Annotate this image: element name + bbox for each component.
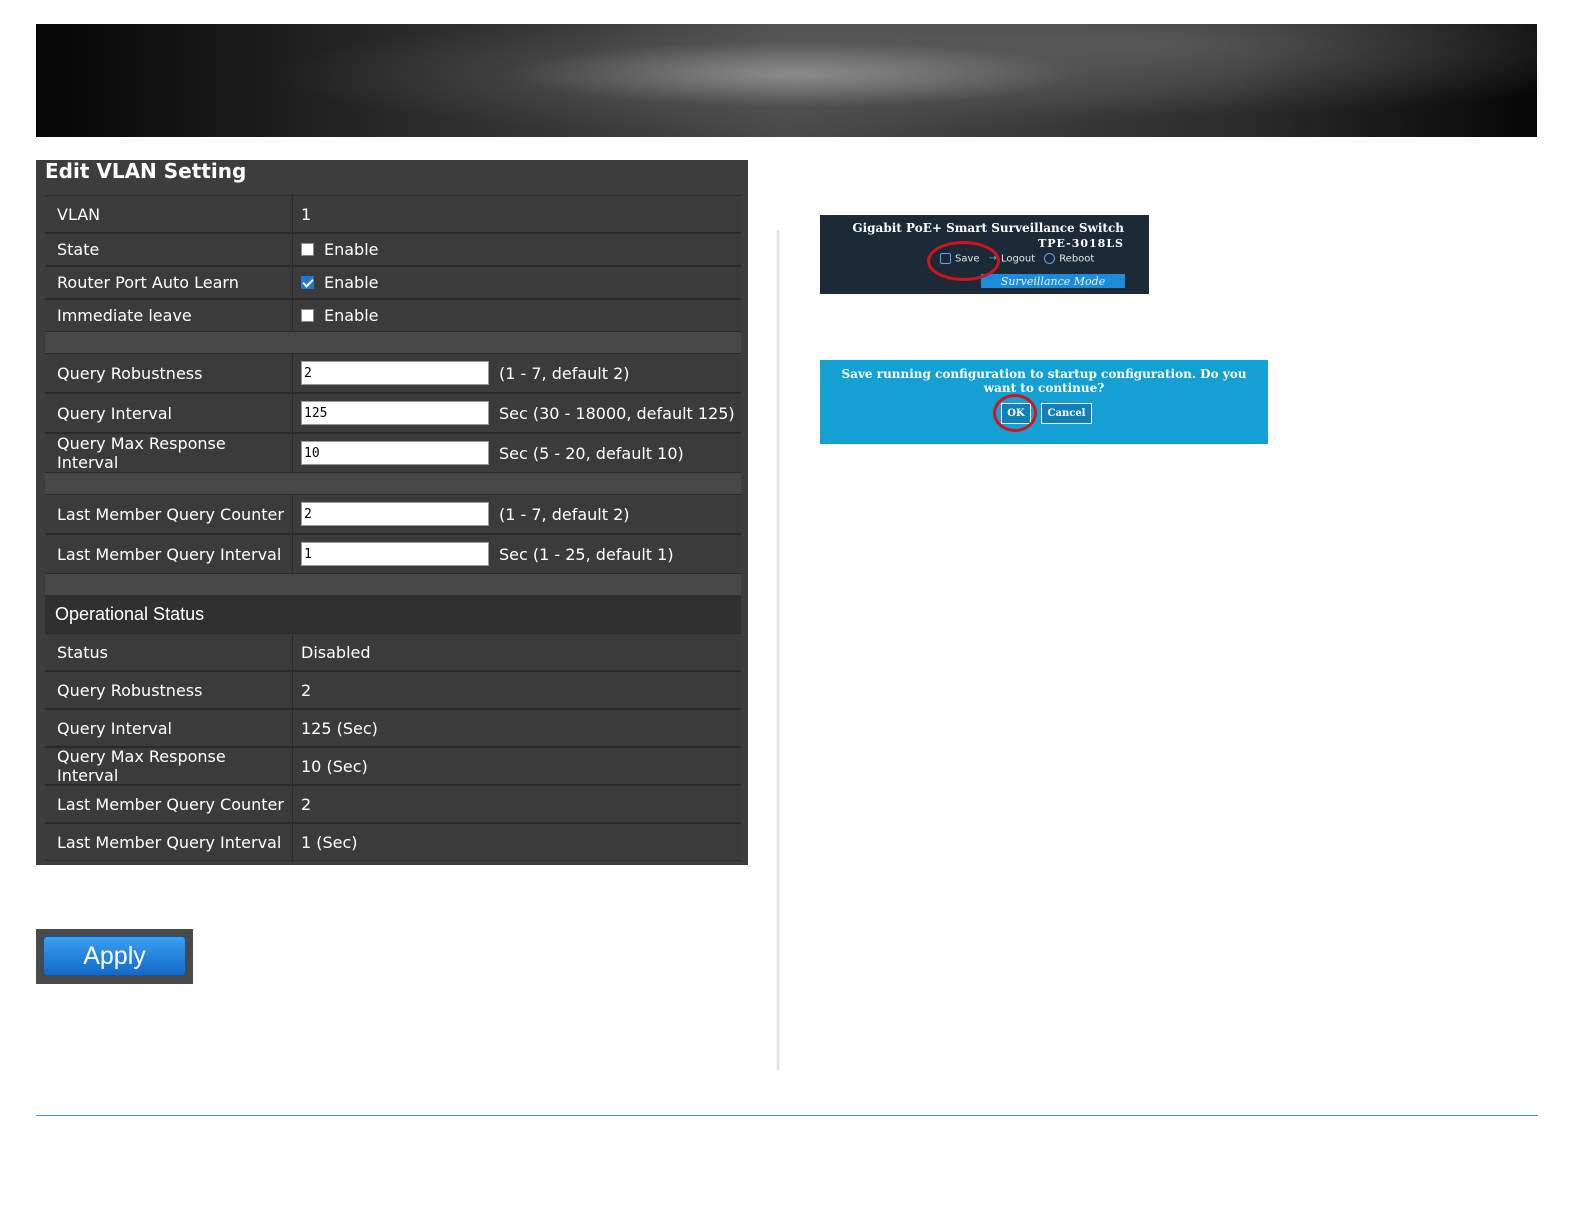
row-last-member-query-interval: Last Member Query Interval Sec (1 - 25, …: [45, 534, 741, 574]
query-max-response-input[interactable]: [301, 441, 489, 465]
row-query-robustness: Query Robustness (1 - 7, default 2): [45, 353, 741, 393]
op-query-robustness-value: 2: [301, 680, 312, 700]
op-query-interval-value: 125 (Sec): [301, 718, 378, 738]
model-name: TPE-3018LS: [1038, 237, 1124, 250]
row-label: Last Member Query Interval: [45, 535, 293, 573]
row-last-member-query-counter: Last Member Query Counter (1 - 7, defaul…: [45, 494, 741, 534]
header-banner: [36, 24, 1537, 137]
spacer: [45, 473, 741, 494]
row-label: Status: [45, 634, 293, 670]
state-checkbox[interactable]: [301, 243, 314, 256]
column-divider: [776, 230, 780, 1070]
row-label: Immediate leave: [45, 300, 293, 331]
operational-status-heading: Operational Status: [45, 595, 741, 633]
row-op-status: Status Disabled: [45, 633, 741, 671]
query-max-response-hint: Sec (5 - 20, default 10): [499, 443, 684, 463]
query-robustness-input[interactable]: [301, 361, 489, 385]
cancel-button[interactable]: Cancel: [1041, 403, 1092, 424]
apply-button[interactable]: Apply: [43, 936, 186, 976]
surveillance-mode-button[interactable]: Surveillance Mode: [981, 274, 1125, 288]
row-label: Query Robustness: [45, 672, 293, 708]
row-label: Last Member Query Counter: [45, 786, 293, 822]
row-vlan: VLAN 1: [45, 195, 741, 233]
spacer: [45, 332, 741, 353]
row-op-last-member-counter: Last Member Query Counter 2: [45, 785, 741, 823]
row-label: Last Member Query Counter: [45, 495, 293, 533]
save-confirm-dialog: Save running configuration to startup co…: [820, 360, 1268, 444]
row-label: Query Max Response Interval: [45, 747, 293, 785]
row-label: VLAN: [45, 196, 293, 232]
last-member-query-counter-input[interactable]: [301, 502, 489, 526]
row-op-last-member-interval: Last Member Query Interval 1 (Sec): [45, 823, 741, 861]
row-label: State: [45, 234, 293, 265]
row-label: Query Max Response Interval: [45, 434, 293, 472]
immediate-leave-enable-label: Enable: [324, 306, 379, 325]
edit-vlan-panel: Edit VLAN Setting VLAN 1 State Enable Ro…: [36, 160, 748, 865]
row-immediate-leave: Immediate leave Enable: [45, 299, 741, 332]
row-label: Query Robustness: [45, 354, 293, 392]
row-label: Query Interval: [45, 394, 293, 432]
last-member-query-counter-hint: (1 - 7, default 2): [499, 504, 630, 524]
row-op-query-interval: Query Interval 125 (Sec): [45, 709, 741, 747]
row-state: State Enable: [45, 233, 741, 266]
reboot-icon: [1044, 253, 1056, 264]
apply-button-frame: Apply: [36, 929, 193, 984]
reboot-label: Reboot: [1059, 253, 1095, 265]
op-status-value: Disabled: [301, 642, 371, 662]
row-query-interval: Query Interval Sec (30 - 18000, default …: [45, 393, 741, 433]
footer-rule: [36, 1115, 1538, 1116]
query-robustness-hint: (1 - 7, default 2): [499, 363, 630, 383]
row-op-query-max-response: Query Max Response Interval 10 (Sec): [45, 747, 741, 785]
row-label: Router Port Auto Learn: [45, 267, 293, 298]
spacer: [45, 574, 741, 595]
query-interval-input[interactable]: [301, 401, 489, 425]
row-label: Query Interval: [45, 710, 293, 746]
row-label: Last Member Query Interval: [45, 824, 293, 860]
last-member-query-interval-input[interactable]: [301, 542, 489, 566]
product-name: Gigabit PoE+ Smart Surveillance Switch: [852, 221, 1124, 235]
ok-highlight-circle: [993, 394, 1037, 432]
panel-title: Edit VLAN Setting: [45, 159, 247, 183]
query-interval-hint: Sec (30 - 18000, default 125): [499, 403, 735, 423]
vlan-value: 1: [301, 204, 312, 224]
last-member-query-interval-hint: Sec (1 - 25, default 1): [499, 544, 674, 564]
immediate-leave-checkbox[interactable]: [301, 309, 314, 322]
save-highlight-circle: [927, 241, 1000, 281]
router-port-enable-label: Enable: [324, 273, 379, 292]
reboot-link[interactable]: Reboot: [1044, 253, 1094, 265]
router-port-auto-learn-checkbox[interactable]: [301, 276, 314, 289]
op-last-member-interval-value: 1 (Sec): [301, 832, 358, 852]
dialog-message: Save running configuration to startup co…: [841, 367, 1247, 395]
state-enable-label: Enable: [324, 240, 379, 259]
logout-label: Logout: [1000, 253, 1036, 265]
row-op-query-robustness: Query Robustness 2: [45, 671, 741, 709]
op-last-member-counter-value: 2: [301, 794, 312, 814]
row-router-port-auto-learn: Router Port Auto Learn Enable: [45, 266, 741, 299]
row-query-max-response-interval: Query Max Response Interval Sec (5 - 20,…: [45, 433, 741, 473]
op-query-max-response-value: 10 (Sec): [301, 756, 368, 776]
